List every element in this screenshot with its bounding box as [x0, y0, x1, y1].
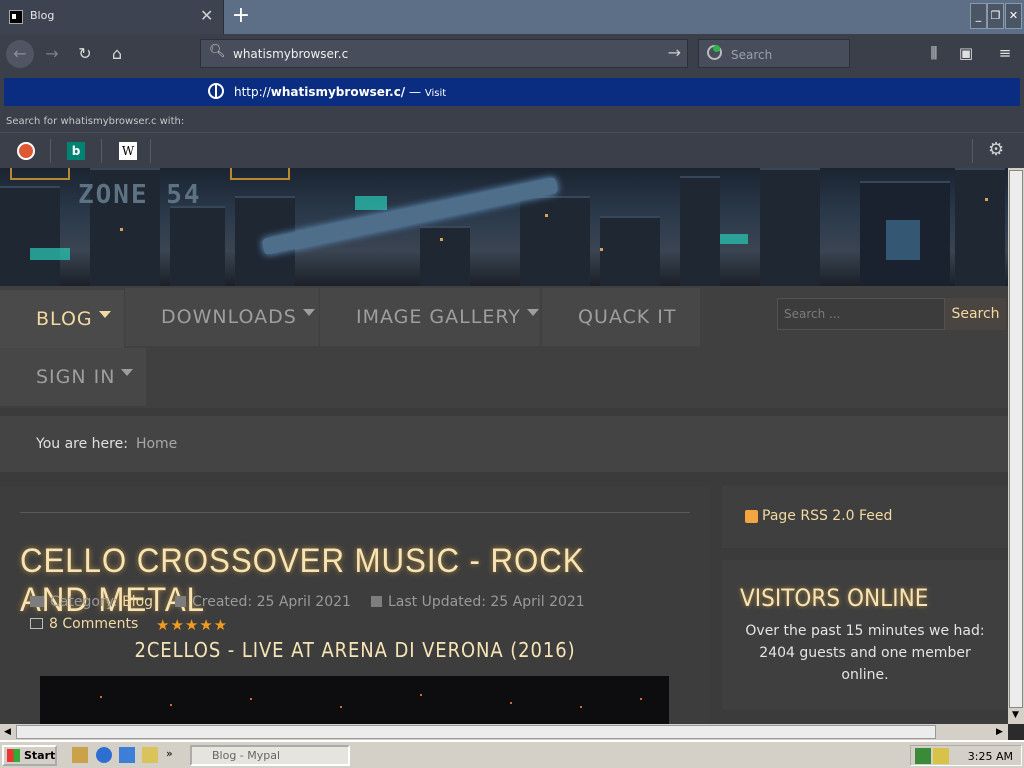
url-suggestion-dropdown: http://whatismybrowser.c/ — Visit Search… [0, 74, 1024, 168]
caret-down-icon [121, 369, 134, 376]
search-engine-row: b W ⚙ [0, 132, 1024, 168]
suggestion-text: http://whatismybrowser.c/ — Visit [234, 85, 447, 99]
rating-stars[interactable]: ★★★★★ [156, 616, 228, 634]
search-engine-icon [707, 45, 722, 60]
search-bar[interactable]: Search [698, 39, 850, 68]
article: CELLO CROSSOVER MUSIC - ROCK AND METAL C… [0, 486, 710, 724]
search-input[interactable]: Search [731, 48, 772, 62]
restore-button[interactable]: ❐ [987, 3, 1004, 29]
desktop-icon[interactable] [72, 747, 88, 763]
nav-blog[interactable]: BLOG [0, 290, 124, 348]
library-icon[interactable]: ⫼ [924, 44, 944, 62]
breadcrumb: You are here: Home [0, 416, 1008, 472]
folder-icon [30, 596, 44, 607]
horizontal-scrollbar[interactable]: ◀ ▶ [0, 724, 1008, 740]
home-button[interactable]: ⌂ [103, 40, 131, 68]
nav-downloads[interactable]: DOWNLOADS [125, 288, 319, 346]
start-button[interactable]: Start [2, 745, 57, 766]
divider [20, 512, 690, 513]
taskbar: Start » Blog - Mypal 3:25 AM [0, 740, 1024, 768]
wikipedia-icon[interactable]: W [119, 142, 137, 160]
web-page: ZONE 54 BLOG DOWNLOADS IMAGE GALLERY QUA… [0, 168, 1008, 724]
article-comments[interactable]: 8 Comments [30, 616, 138, 632]
tab-title: Blog [30, 9, 55, 22]
visitors-title: VISITORS ONLINE [740, 584, 929, 612]
globe-icon [208, 83, 224, 99]
nav-quack-it[interactable]: QUACK IT [542, 288, 700, 346]
explorer-icon[interactable] [142, 747, 158, 763]
terminal-favicon-icon [9, 10, 23, 24]
site-banner: ZONE 54 [0, 168, 1008, 286]
gear-icon[interactable]: ⚙ [988, 139, 1004, 160]
menu-icon[interactable]: ≡ [995, 44, 1015, 62]
visitors-panel: VISITORS ONLINE Over the past 15 minutes… [722, 560, 1008, 710]
article-created: Created: 25 April 2021 [175, 594, 351, 610]
network-icon[interactable] [915, 748, 931, 764]
vertical-scrollbar[interactable]: ▼ [1008, 168, 1024, 724]
breadcrumb-label: You are here: Home [36, 436, 178, 452]
search-with-label: Search for whatismybrowser.c with: [6, 116, 185, 127]
article-updated: Last Updated: 25 April 2021 [371, 594, 585, 610]
back-button[interactable]: ← [6, 40, 34, 68]
video-title: 2CELLOS - LIVE AT ARENA DI VERONA (2016) [134, 638, 576, 662]
browser-icon[interactable] [96, 747, 112, 763]
duckduckgo-icon[interactable] [17, 142, 35, 160]
nav-sign-in[interactable]: SIGN IN [0, 348, 146, 406]
new-tab-button[interactable]: + [230, 2, 252, 30]
search-icon: 🔍︎ [209, 44, 226, 59]
scroll-down-arrow-icon[interactable]: ▼ [1012, 710, 1019, 720]
comment-icon [30, 618, 43, 629]
separator [972, 139, 973, 163]
category-link[interactable]: Blog [122, 594, 153, 610]
calendar-icon [175, 596, 186, 607]
browser-window: Blog ✕ + _ ❐ ✕ ← → ↻ ⌂ 🔍︎ whatismybrowse… [0, 0, 1024, 768]
caret-down-icon [98, 311, 111, 318]
caret-down-icon [526, 309, 539, 316]
go-arrow-icon[interactable]: → [668, 43, 681, 62]
rss-panel: Page RSS 2.0 Feed [722, 486, 1008, 548]
separator [101, 139, 102, 163]
site-search-button[interactable]: Search [945, 298, 1006, 330]
visitors-text: Over the past 15 minutes we had: 2404 gu… [745, 623, 985, 683]
nav-image-gallery[interactable]: IMAGE GALLERY [320, 288, 540, 346]
bing-icon[interactable]: b [67, 142, 85, 160]
article-category: Category: Blog [30, 594, 153, 610]
site-nav: BLOG DOWNLOADS IMAGE GALLERY QUACK IT SI… [0, 286, 1008, 408]
scroll-right-arrow-icon[interactable]: ▶ [996, 727, 1003, 737]
tab-blog[interactable]: Blog ✕ [0, 0, 224, 34]
mail-icon[interactable] [119, 747, 135, 763]
url-input[interactable]: whatismybrowser.c [233, 47, 348, 61]
minimize-button[interactable]: _ [970, 3, 987, 29]
sidebar-icon[interactable]: ▣ [956, 44, 976, 62]
close-window-button[interactable]: ✕ [1005, 3, 1022, 29]
tab-bar: Blog ✕ + _ ❐ ✕ [0, 0, 1024, 34]
horizontal-scroll-thumb[interactable] [16, 725, 936, 739]
url-bar[interactable]: 🔍︎ whatismybrowser.c → [200, 39, 688, 68]
site-search-input[interactable]: Search ... [777, 298, 945, 330]
system-tray: 3:25 AM [910, 745, 1022, 766]
clock: 3:25 AM [967, 750, 1013, 763]
site-logo[interactable]: ZONE 54 [78, 180, 202, 210]
calendar-icon [371, 596, 382, 607]
separator [50, 139, 51, 163]
rss-link[interactable]: Page RSS 2.0 Feed [762, 508, 892, 524]
suggestion-visit-row[interactable]: http://whatismybrowser.c/ — Visit [4, 78, 1020, 106]
caret-down-icon [302, 309, 315, 316]
forward-button[interactable]: → [38, 40, 66, 68]
more-icon[interactable]: » [166, 747, 182, 763]
volume-icon[interactable] [933, 748, 949, 764]
navigation-toolbar: ← → ↻ ⌂ 🔍︎ whatismybrowser.c → Search ⫼ … [0, 34, 1024, 74]
close-tab-icon[interactable]: ✕ [200, 5, 213, 27]
video-embed[interactable] [40, 676, 669, 724]
vertical-scroll-thumb[interactable] [1009, 170, 1023, 708]
separator [150, 139, 151, 163]
reload-button[interactable]: ↻ [71, 40, 99, 68]
scroll-left-arrow-icon[interactable]: ◀ [4, 727, 11, 737]
breadcrumb-home-link[interactable]: Home [136, 436, 177, 452]
rss-icon [745, 510, 758, 523]
taskbar-item-blog[interactable]: Blog - Mypal [190, 745, 350, 766]
